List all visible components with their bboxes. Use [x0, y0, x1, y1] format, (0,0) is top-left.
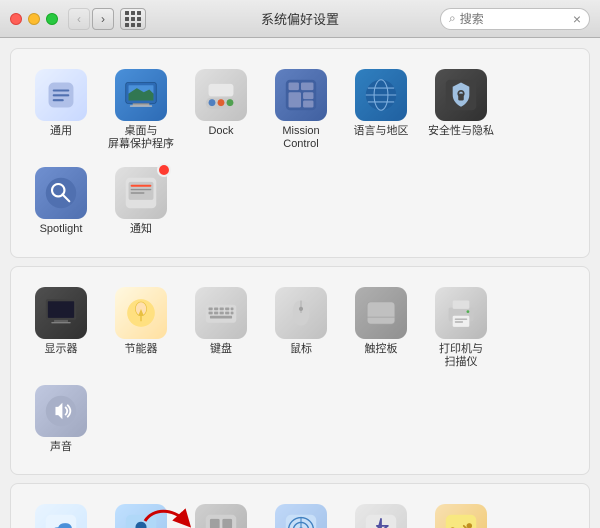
pref-energy[interactable]: 节能器	[101, 279, 181, 377]
notify-label: 通知	[130, 223, 152, 236]
dock-label: Dock	[208, 125, 233, 138]
section-personal: 通用 桌面与屏幕保护程序 Dock MissionControl	[10, 48, 590, 258]
general-icon	[35, 69, 87, 121]
section-hardware: 显示器 节能器 键盘 鼠标	[10, 266, 590, 476]
forward-button[interactable]: ›	[92, 8, 114, 30]
pref-security[interactable]: 安全性与隐私	[421, 61, 501, 159]
window-title: 系统偏好设置	[261, 9, 339, 28]
back-button[interactable]: ‹	[68, 8, 90, 30]
language-icon	[355, 69, 407, 121]
pref-notify[interactable]: 通知	[101, 159, 181, 244]
pref-spotlight[interactable]: Spotlight	[21, 159, 101, 244]
network-icon	[275, 504, 327, 528]
printer-label: 打印机与扫描仪	[439, 343, 483, 369]
notify-icon	[115, 167, 167, 219]
titlebar: ‹ › 系统偏好设置 ⌕ ×	[0, 0, 600, 38]
traffic-lights	[10, 13, 58, 25]
pref-language[interactable]: 语言与地区	[341, 61, 421, 159]
general-label: 通用	[50, 125, 72, 138]
close-button[interactable]	[10, 13, 22, 25]
preferences-content: 通用 桌面与屏幕保护程序 Dock MissionControl	[0, 38, 600, 528]
maximize-button[interactable]	[46, 13, 58, 25]
pref-printer[interactable]: 打印机与扫描仪	[421, 279, 501, 377]
extensions-icon	[195, 504, 247, 528]
keyboard-icon	[195, 287, 247, 339]
pref-mission[interactable]: MissionControl	[261, 61, 341, 159]
nav-buttons: ‹ ›	[68, 8, 114, 30]
pref-dock[interactable]: Dock	[181, 61, 261, 159]
search-clear-button[interactable]: ×	[573, 11, 581, 27]
display-icon	[35, 287, 87, 339]
internet-icon	[115, 504, 167, 528]
pref-extensions[interactable]: 扩展	[181, 496, 261, 528]
search-bar[interactable]: ⌕ ×	[440, 8, 590, 30]
language-label: 语言与地区	[354, 125, 409, 138]
section-hardware-grid: 显示器 节能器 键盘 鼠标	[21, 279, 579, 463]
sharing-icon	[435, 504, 487, 528]
sound-icon	[35, 385, 87, 437]
icloud-icon	[35, 504, 87, 528]
trackpad-label: 触控板	[365, 343, 398, 356]
energy-label: 节能器	[125, 343, 158, 356]
mouse-icon	[275, 287, 327, 339]
display-label: 显示器	[45, 343, 78, 356]
energy-icon	[115, 287, 167, 339]
search-icon: ⌕	[449, 11, 456, 26]
pref-trackpad[interactable]: 触控板	[341, 279, 421, 377]
dock-icon	[195, 69, 247, 121]
desktop-label: 桌面与屏幕保护程序	[108, 125, 174, 151]
minimize-button[interactable]	[28, 13, 40, 25]
section-internet-grid: iCloud 互联网帐户	[21, 496, 579, 528]
pref-mouse[interactable]: 鼠标	[261, 279, 341, 377]
trackpad-icon	[355, 287, 407, 339]
pref-desktop[interactable]: 桌面与屏幕保护程序	[101, 61, 181, 159]
keyboard-label: 键盘	[210, 343, 232, 356]
desktop-icon	[115, 69, 167, 121]
pref-sharing[interactable]: 共享	[421, 496, 501, 528]
pref-bluetooth[interactable]: 蓝牙	[341, 496, 421, 528]
mouse-label: 鼠标	[290, 343, 312, 356]
spotlight-label: Spotlight	[40, 223, 83, 236]
pref-network[interactable]: 网络	[261, 496, 341, 528]
mission-icon	[275, 69, 327, 121]
pref-keyboard[interactable]: 键盘	[181, 279, 261, 377]
bluetooth-icon	[355, 504, 407, 528]
security-icon	[435, 69, 487, 121]
printer-icon	[435, 287, 487, 339]
pref-internet[interactable]: 互联网帐户	[101, 496, 181, 528]
pref-general[interactable]: 通用	[21, 61, 101, 159]
mission-label: MissionControl	[282, 125, 319, 151]
sound-label: 声音	[50, 441, 72, 454]
section-personal-grid: 通用 桌面与屏幕保护程序 Dock MissionControl	[21, 61, 579, 245]
section-internet: iCloud 互联网帐户	[10, 483, 590, 528]
grid-icon	[125, 11, 141, 27]
grid-view-button[interactable]	[120, 8, 146, 30]
pref-display[interactable]: 显示器	[21, 279, 101, 377]
pref-icloud[interactable]: iCloud	[21, 496, 101, 528]
spotlight-icon	[35, 167, 87, 219]
notify-badge	[157, 163, 171, 177]
search-input[interactable]	[460, 12, 569, 26]
pref-sound[interactable]: 声音	[21, 377, 101, 462]
security-label: 安全性与隐私	[428, 125, 494, 138]
